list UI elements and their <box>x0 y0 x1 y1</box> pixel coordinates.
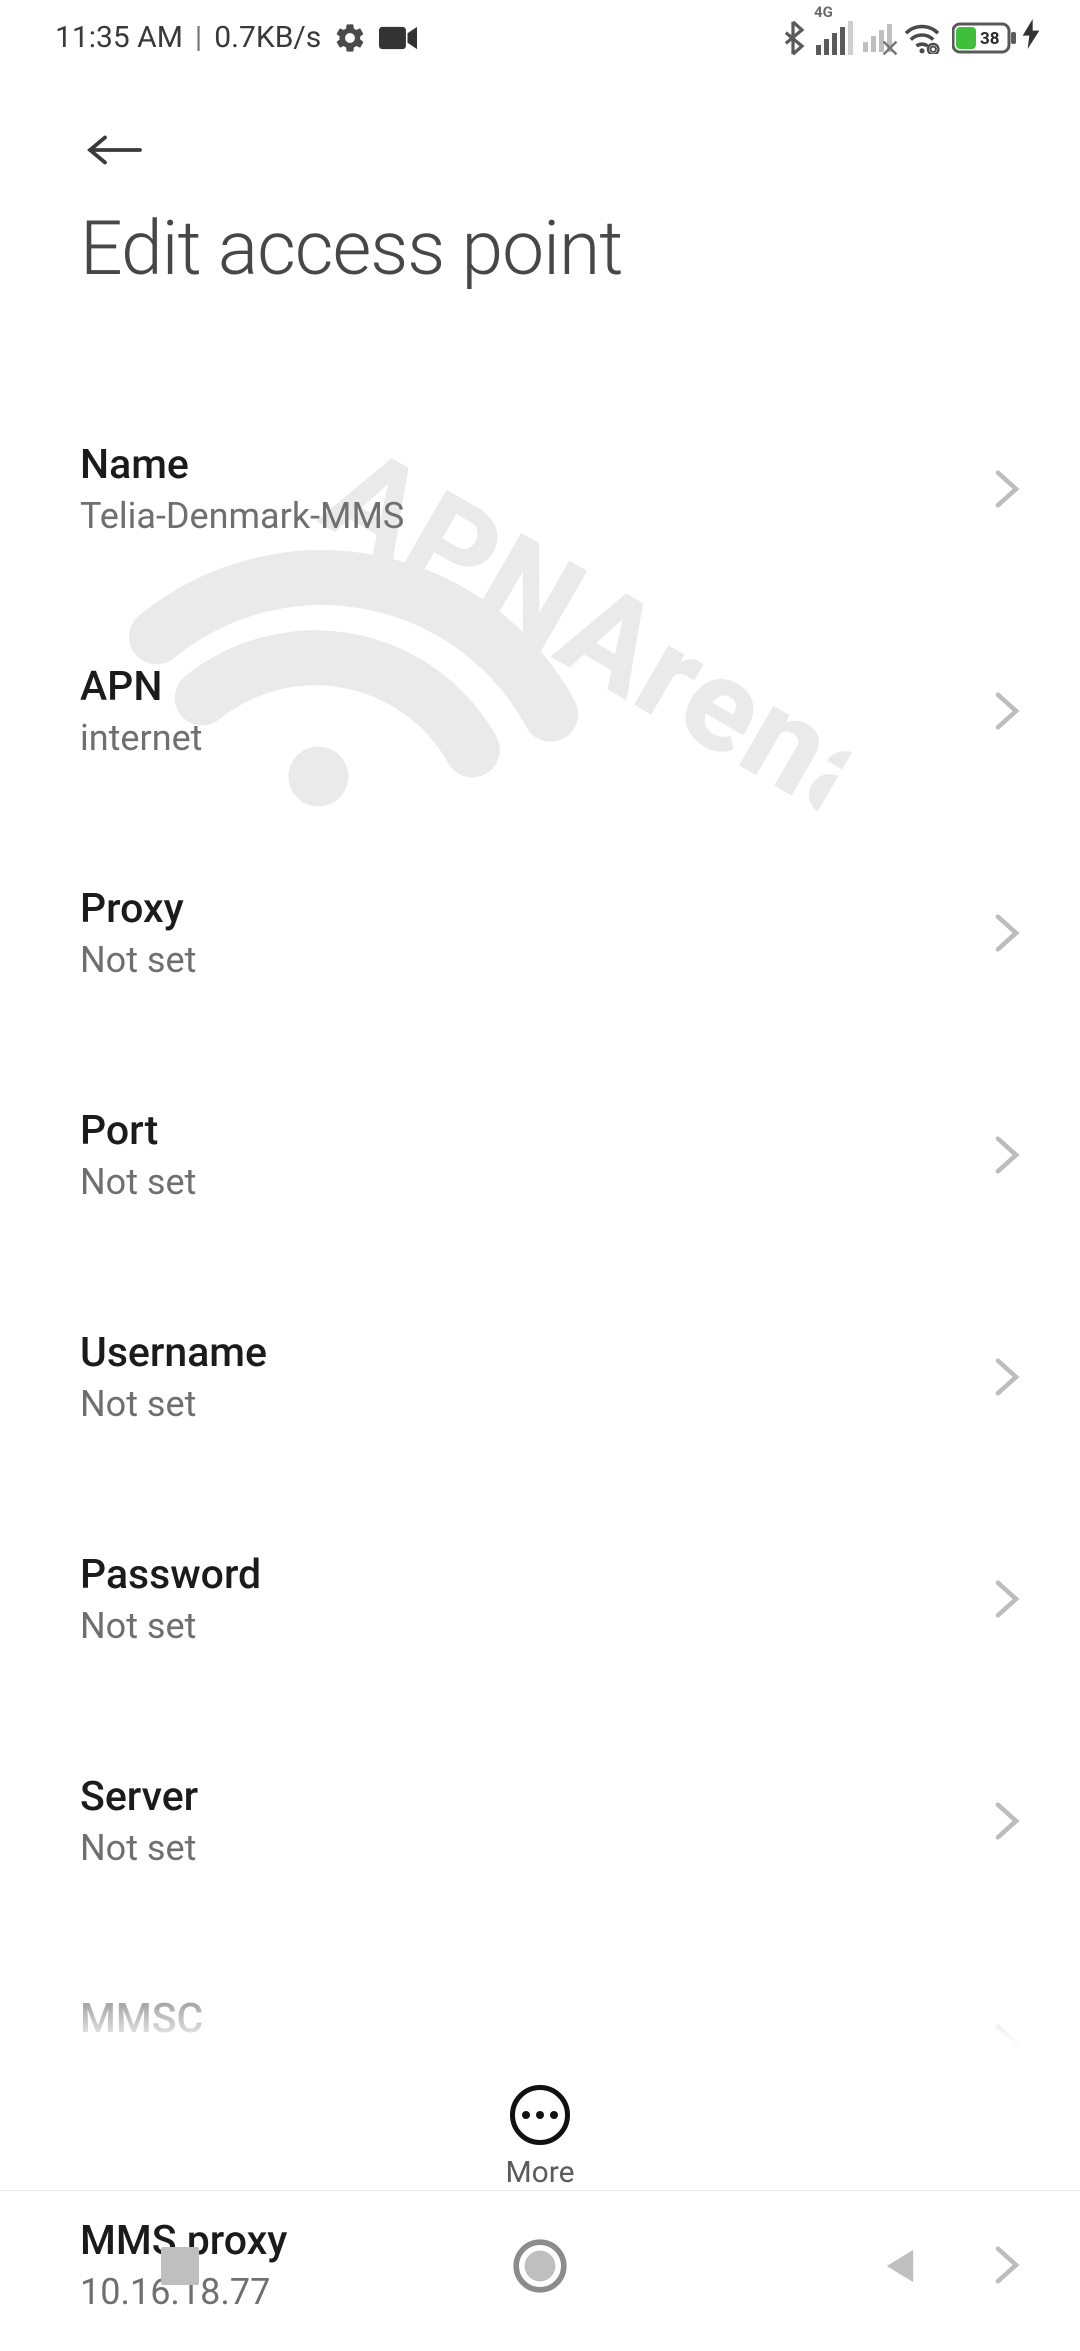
status-network-speed: 0.7KB/s <box>214 20 321 55</box>
header: Edit access point <box>0 75 1080 303</box>
chevron-right-icon <box>994 1135 1020 1175</box>
row-value: Not set <box>80 1827 198 1869</box>
row-label: Proxy <box>80 885 196 933</box>
row-value: Not set <box>80 939 196 981</box>
chevron-right-icon <box>994 1357 1020 1397</box>
wifi-icon <box>902 22 942 54</box>
row-value: Not set <box>80 1605 261 1647</box>
nav-recents-button[interactable] <box>144 2230 216 2302</box>
more-icon <box>510 2085 570 2145</box>
row-value: internet <box>80 717 202 759</box>
more-label: More <box>505 2155 574 2190</box>
row-value: Telia-Denmark-MMS <box>80 495 404 537</box>
more-button[interactable]: More <box>505 2085 574 2190</box>
row-proxy[interactable]: Proxy Not set <box>80 847 1030 1019</box>
system-nav-bar <box>0 2190 1080 2340</box>
row-port[interactable]: Port Not set <box>80 1069 1030 1241</box>
chevron-right-icon <box>994 1579 1020 1619</box>
chevron-right-icon <box>994 913 1020 953</box>
triangle-left-icon <box>878 2244 922 2288</box>
status-left: 11:35 AM | 0.7KB/s <box>55 20 417 55</box>
chevron-right-icon <box>994 691 1020 731</box>
row-value: Not set <box>80 1161 196 1203</box>
arrow-left-icon <box>85 130 145 170</box>
row-username[interactable]: Username Not set <box>80 1291 1030 1463</box>
battery-percent-text: 38 <box>980 29 1000 49</box>
charging-icon <box>1022 19 1040 57</box>
status-time: 11:35 AM <box>55 20 183 55</box>
row-password[interactable]: Password Not set <box>80 1513 1030 1685</box>
row-name[interactable]: Name Telia-Denmark-MMS <box>80 403 1030 575</box>
bluetooth-icon <box>780 20 806 56</box>
row-server[interactable]: Server Not set <box>80 1735 1030 1907</box>
row-label: MMSC <box>80 1995 538 2043</box>
page-title: Edit access point <box>80 205 1040 293</box>
chevron-right-icon <box>994 1801 1020 1841</box>
bottom-bar: More <box>0 2049 1080 2190</box>
camera-icon <box>379 24 417 52</box>
nav-back-button[interactable] <box>864 2230 936 2302</box>
row-label: Port <box>80 1107 196 1155</box>
status-right: 4G 38 <box>780 19 1040 57</box>
row-label: Password <box>80 1551 261 1599</box>
square-icon <box>161 2247 199 2285</box>
signal-2-icon <box>863 24 892 52</box>
nav-home-button[interactable] <box>504 2230 576 2302</box>
row-value: Not set <box>80 1383 267 1425</box>
row-label: Username <box>80 1329 267 1377</box>
row-apn[interactable]: APN internet <box>80 625 1030 797</box>
row-label: Name <box>80 441 404 489</box>
status-separator: | <box>195 20 202 55</box>
row-label: APN <box>80 663 202 711</box>
battery-icon: 38 <box>952 19 1040 57</box>
circle-icon <box>512 2238 568 2294</box>
chevron-right-icon <box>994 469 1020 509</box>
status-bar: 11:35 AM | 0.7KB/s 4G <box>0 0 1080 75</box>
settings-icon <box>333 21 367 55</box>
row-label: Server <box>80 1773 198 1821</box>
signal-1-icon: 4G <box>816 21 853 55</box>
back-button[interactable] <box>80 120 150 180</box>
